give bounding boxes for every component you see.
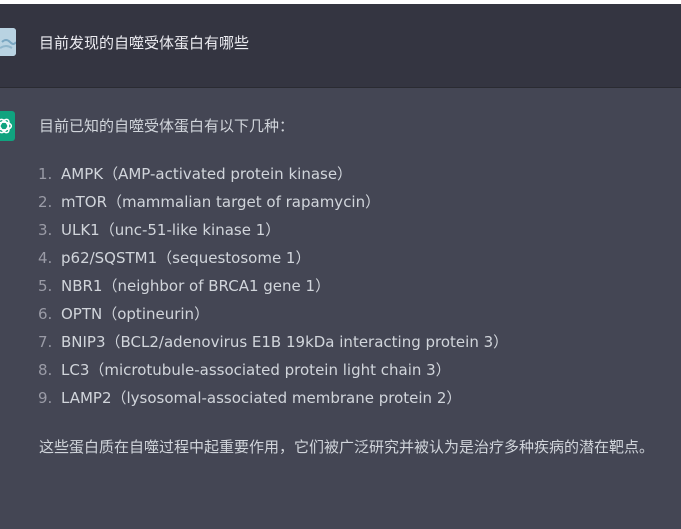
list-item-text: mTOR（mammalian target of rapamycin） [61, 193, 381, 211]
list-number: 3. [38, 221, 53, 239]
list-item-text: BNIP3（BCL2/adenovirus E1B 19kDa interact… [61, 333, 509, 351]
list-item: 5. NBR1（neighbor of BRCA1 gene 1） [0, 274, 681, 302]
list-item: 8. LC3（microtubule-associated protein lig… [0, 358, 681, 386]
list-item: 1. AMPK（AMP-activated protein kinase） [0, 162, 681, 190]
chat-window: 目前发现的自噬受体蛋白有哪些 目前已知的自噬受体蛋白有以下几种： 1. AMPK（… [0, 0, 681, 529]
list-number: 8. [38, 361, 53, 379]
list-item: 9. LAMP2（lysosomal-associated membrane pr… [0, 386, 681, 414]
protein-list: 1. AMPK（AMP-activated protein kinase） 2. m… [0, 162, 681, 414]
list-item: 6. OPTN（optineurin） [0, 302, 681, 330]
openai-logo-icon [0, 111, 15, 141]
list-number: 4. [38, 249, 53, 267]
list-item-text: OPTN（optineurin） [61, 305, 210, 323]
list-number: 1. [38, 165, 53, 183]
list-item: 7. BNIP3（BCL2/adenovirus E1B 19kDa intera… [0, 330, 681, 358]
list-item: 2. mTOR（mammalian target of rapamycin） [0, 190, 681, 218]
list-item-text: NBR1（neighbor of BRCA1 gene 1） [61, 277, 331, 295]
list-item-text: p62/SQSTM1（sequestosome 1） [61, 249, 311, 267]
list-item: 3. ULK1（unc-51-like kinase 1） [0, 218, 681, 246]
list-item-text: LC3（microtubule-associated protein light… [61, 361, 451, 379]
list-number: 7. [38, 333, 53, 351]
user-message-text: 目前发现的自噬受体蛋白有哪些 [39, 34, 250, 52]
list-number: 2. [38, 193, 53, 211]
list-item-text: AMPK（AMP-activated protein kinase） [61, 165, 353, 183]
assistant-intro-text: 目前已知的自噬受体蛋白有以下几种： [39, 117, 295, 135]
list-number: 6. [38, 305, 53, 323]
list-number: 9. [38, 389, 53, 407]
list-item: 4. p62/SQSTM1（sequestosome 1） [0, 246, 681, 274]
list-number: 5. [38, 277, 53, 295]
assistant-outro-text: 这些蛋白质在自噬过程中起重要作用，它们被广泛研究并被认为是治疗多种疾病的潜在靶点… [39, 438, 655, 456]
user-message-row: 目前发现的自噬受体蛋白有哪些 [0, 4, 681, 87]
list-item-text: ULK1（unc-51-like kinase 1） [61, 221, 281, 239]
user-avatar-icon [0, 28, 16, 56]
list-item-text: LAMP2（lysosomal-associated membrane prot… [61, 389, 462, 407]
